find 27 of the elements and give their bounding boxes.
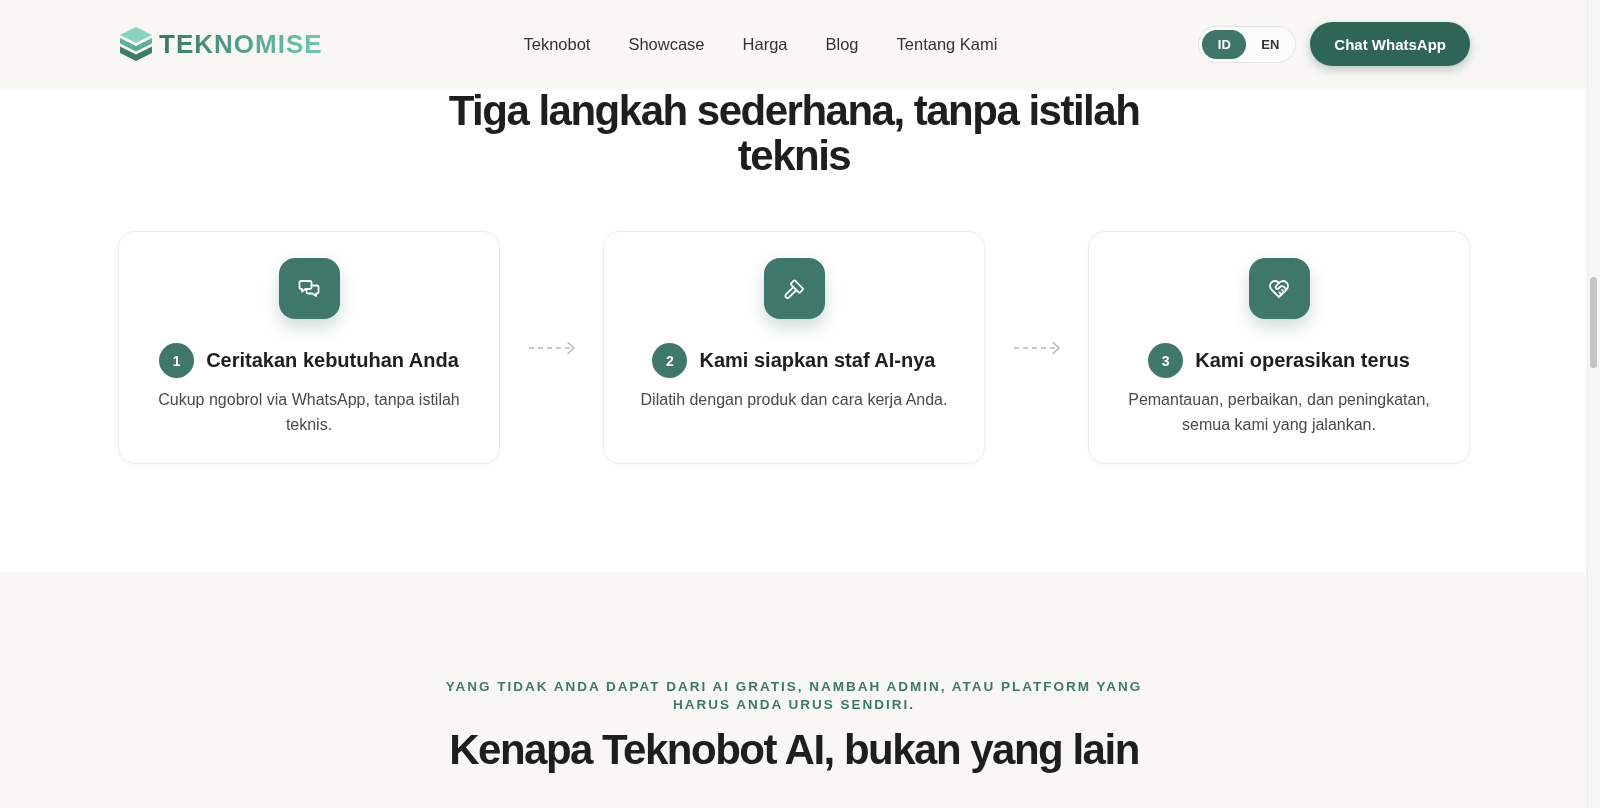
- nav-link[interactable]: Blog: [825, 34, 859, 54]
- logo-icon: [118, 25, 154, 63]
- dashed-arrow: [1012, 340, 1061, 355]
- section-title: Tiga langkah sederhana, tanpa istilah teknis: [447, 88, 1141, 178]
- step-title: Kami siapkan staf AI-nya: [699, 349, 936, 372]
- step-description: Pemantauan, perbaikan, dan peningkatan, semua kami yang jalankan.: [1127, 390, 1431, 435]
- step-title: Kami operasikan terus: [1195, 349, 1410, 372]
- step-number-badge: 1: [159, 343, 195, 378]
- language-option[interactable]: ID: [1202, 29, 1247, 59]
- scrollbar-thumb[interactable]: [1590, 277, 1597, 368]
- nav-link[interactable]: Harga: [742, 34, 788, 54]
- chat-bubbles-icon: [278, 258, 340, 319]
- nav-link[interactable]: Teknobot: [523, 34, 591, 54]
- language-option[interactable]: EN: [1248, 29, 1293, 59]
- step-description: Cukup ngobrol via WhatsApp, tanpa istilah teknis.: [157, 390, 461, 435]
- section-title: Kenapa Teknobot AI, bukan yang lain: [449, 727, 1139, 772]
- chat-whatsapp-button[interactable]: Chat WhatsApp: [1310, 22, 1470, 66]
- step-title: Ceritakan kebutuhan Anda: [206, 349, 459, 372]
- hammer-icon: [763, 258, 825, 319]
- step-description: Dilatih dengan produk dan cara kerja Anda.: [640, 390, 948, 410]
- dashed-arrow: [527, 340, 576, 355]
- section-eyebrow: YANG TIDAK ANDA DAPAT DARI AI GRATIS, NAMBAH ADMIN, ATAU PLATFORM YANG HARUS ANDA URUS SENDIRI.: [444, 678, 1144, 713]
- nav-link[interactable]: Tentang Kami: [896, 34, 998, 54]
- step-number-badge: 2: [652, 343, 688, 378]
- nav-link[interactable]: Showcase: [628, 34, 705, 54]
- heart-handshake-icon: [1248, 258, 1310, 319]
- step-number-badge: 3: [1148, 343, 1184, 378]
